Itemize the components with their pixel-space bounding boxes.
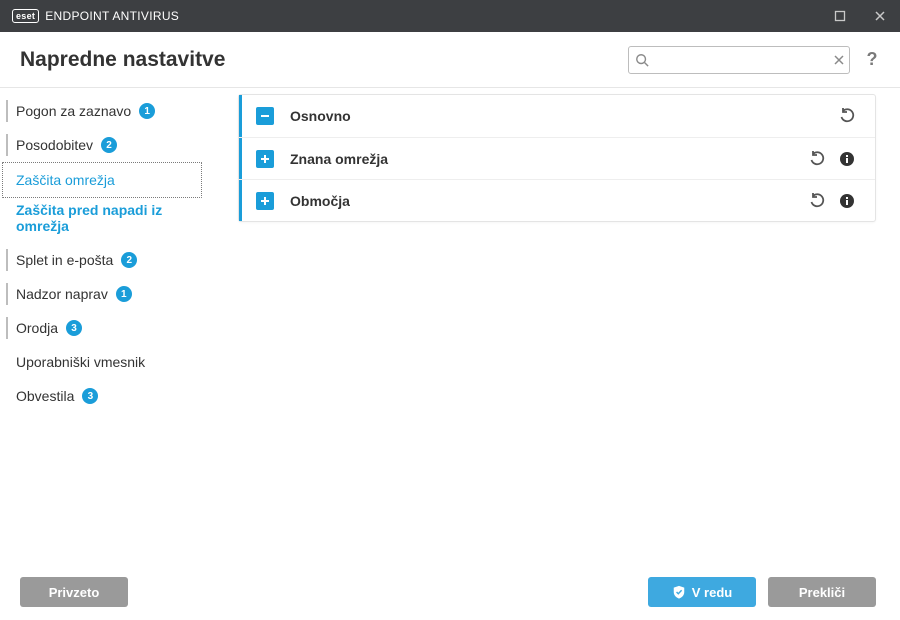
search-icon: [635, 53, 649, 67]
brand-logo: eset: [12, 9, 39, 23]
sidebar-item-network-protection[interactable]: Zaščita omrežja: [2, 162, 202, 198]
ok-button-label: V redu: [692, 585, 732, 600]
badge: 3: [82, 388, 98, 404]
sidebar-item-label: Obvestila: [16, 388, 74, 404]
default-button[interactable]: Privzeto: [20, 577, 128, 607]
revert-icon: [809, 193, 825, 209]
sidebar-item-label: Orodja: [16, 320, 58, 336]
main: Osnovno Znana omrežja: [210, 88, 900, 564]
sidebar-item-label: Pogon za zaznavo: [16, 103, 131, 119]
sidebar-item-label: Nadzor naprav: [16, 286, 108, 302]
sidebar-item-network-attack-protection[interactable]: Zaščita pred napadi iz omrežja: [0, 198, 206, 243]
settings-panel: Osnovno Znana omrežja: [238, 94, 876, 222]
page-title: Napredne nastavitve: [20, 48, 225, 72]
row-accent: [239, 95, 242, 137]
sidebar-item-label: Splet in e-pošta: [16, 252, 113, 268]
revert-button[interactable]: [803, 187, 831, 215]
close-button[interactable]: [860, 0, 900, 32]
sidebar-item-label: Zaščita omrežja: [16, 172, 115, 188]
badge: 2: [101, 137, 117, 153]
ok-button[interactable]: V redu: [648, 577, 756, 607]
row-accent: [239, 138, 242, 179]
window-controls: [820, 0, 900, 32]
row-label: Znana omrežja: [290, 151, 388, 167]
row-known-networks[interactable]: Znana omrežja: [239, 137, 875, 179]
sidebar-item-label: Uporabniški vmesnik: [16, 354, 145, 370]
close-icon: [874, 10, 886, 22]
header: Napredne nastavitve ?: [0, 32, 900, 88]
body: Pogon za zaznavo 1 Posodobitev 2 Zaščita…: [0, 88, 900, 564]
badge: 1: [116, 286, 132, 302]
badge: 1: [139, 103, 155, 119]
row-label: Območja: [290, 193, 350, 209]
sidebar-item-tools[interactable]: Orodja 3: [0, 311, 206, 345]
info-button[interactable]: [833, 145, 861, 173]
brand: eset ENDPOINT ANTIVIRUS: [12, 9, 179, 23]
cancel-button[interactable]: Prekliči: [768, 577, 876, 607]
row-zones[interactable]: Območja: [239, 179, 875, 221]
row-basic[interactable]: Osnovno: [239, 95, 875, 137]
sidebar-item-device-control[interactable]: Nadzor naprav 1: [0, 277, 206, 311]
brand-name: ENDPOINT ANTIVIRUS: [45, 9, 179, 23]
revert-button[interactable]: [803, 145, 831, 173]
revert-button[interactable]: [833, 102, 861, 130]
sidebar-item-web-email[interactable]: Splet in e-pošta 2: [0, 243, 206, 277]
search-box[interactable]: [628, 46, 850, 74]
expand-icon[interactable]: [256, 150, 274, 168]
info-button[interactable]: [833, 187, 861, 215]
revert-icon: [839, 108, 855, 124]
info-icon: [839, 193, 855, 209]
expand-icon[interactable]: [256, 192, 274, 210]
footer: Privzeto V redu Prekliči: [0, 564, 900, 620]
shield-icon: [672, 585, 686, 599]
sidebar-item-notifications[interactable]: Obvestila 3: [0, 379, 206, 413]
sidebar-item-label: Posodobitev: [16, 137, 93, 153]
search-input[interactable]: [653, 52, 829, 67]
sidebar: Pogon za zaznavo 1 Posodobitev 2 Zaščita…: [0, 88, 210, 564]
sidebar-item-ui[interactable]: Uporabniški vmesnik: [0, 345, 206, 379]
sidebar-item-update[interactable]: Posodobitev 2: [0, 128, 206, 162]
row-label: Osnovno: [290, 108, 351, 124]
maximize-icon: [834, 10, 846, 22]
badge: 2: [121, 252, 137, 268]
titlebar: eset ENDPOINT ANTIVIRUS: [0, 0, 900, 32]
sidebar-item-label: Zaščita pred napadi iz omrežja: [16, 202, 196, 234]
maximize-button[interactable]: [820, 0, 860, 32]
help-button[interactable]: ?: [858, 46, 886, 74]
badge: 3: [66, 320, 82, 336]
sidebar-item-detection-engine[interactable]: Pogon za zaznavo 1: [0, 94, 206, 128]
revert-icon: [809, 151, 825, 167]
collapse-icon[interactable]: [256, 107, 274, 125]
clear-icon[interactable]: [833, 54, 845, 66]
row-accent: [239, 180, 242, 221]
info-icon: [839, 151, 855, 167]
